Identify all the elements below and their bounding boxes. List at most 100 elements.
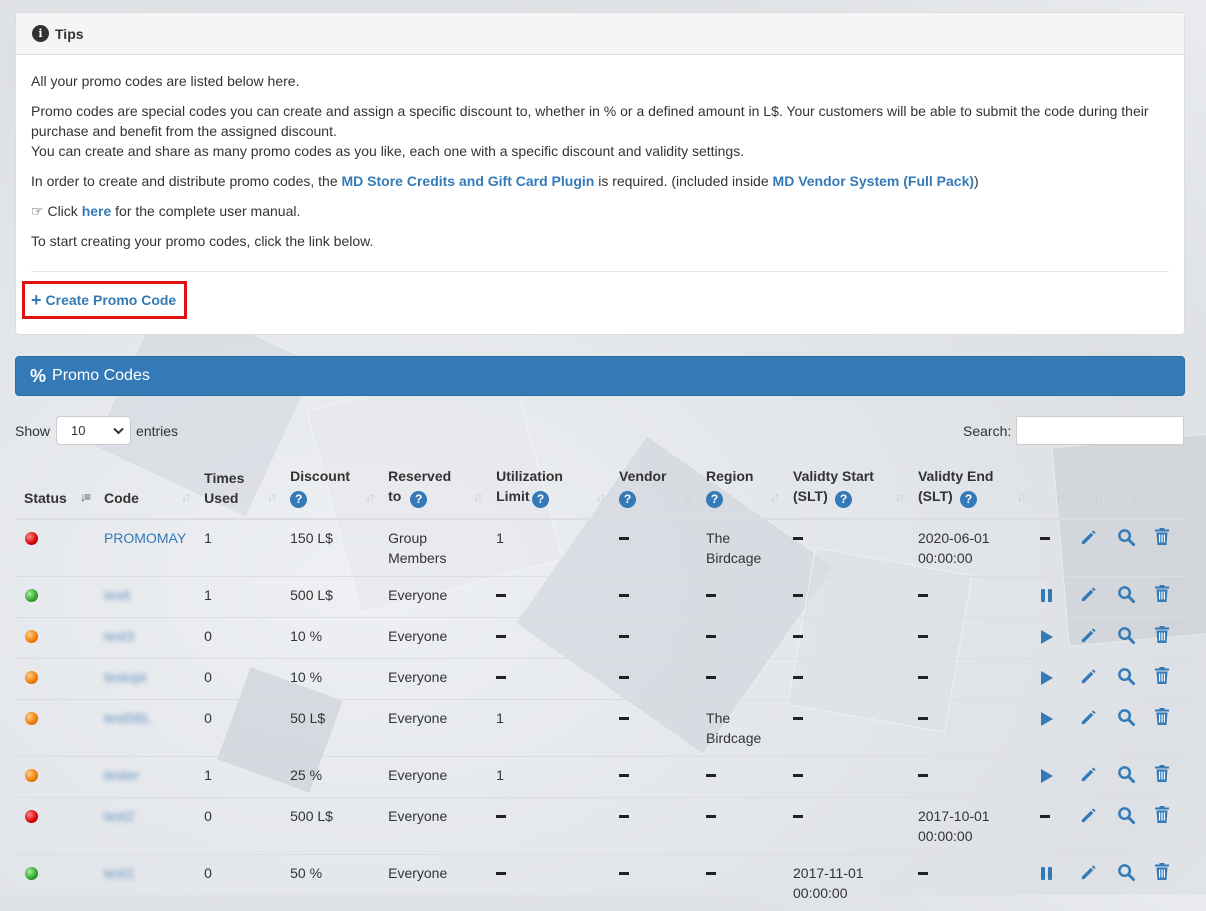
activate-button[interactable] (1030, 755, 1070, 797)
empty-value-dash (619, 635, 630, 639)
vendor-cell (610, 616, 698, 658)
reserved-to-cell: Everyone (379, 575, 488, 617)
code-cell[interactable]: test5BL (94, 698, 196, 756)
view-button[interactable] (1107, 575, 1146, 617)
delete-button[interactable] (1145, 853, 1185, 911)
edit-button[interactable] (1069, 616, 1108, 658)
status-cell (15, 755, 95, 797)
col-view[interactable]: ↓↑ (1107, 460, 1146, 520)
code-link[interactable]: tester (104, 767, 139, 783)
code-link[interactable]: testt (104, 587, 130, 603)
pause-button[interactable] (1030, 575, 1070, 617)
view-button[interactable] (1107, 853, 1146, 911)
tips-heading: i Tips (16, 13, 1184, 55)
edit-button[interactable] (1069, 518, 1108, 576)
search-input[interactable] (1016, 416, 1185, 445)
code-cell[interactable]: PROMOMAY (94, 518, 196, 576)
help-icon: ? (532, 490, 550, 508)
delete-button[interactable] (1145, 755, 1185, 797)
edit-button[interactable] (1069, 796, 1108, 854)
times-used-cell: 1 (195, 575, 282, 617)
delete-button[interactable] (1145, 657, 1185, 699)
activate-button[interactable] (1030, 698, 1070, 756)
help-icon: ? (835, 490, 852, 508)
sort-icon: ↓↑ (1093, 489, 1104, 504)
status-cell (15, 518, 95, 576)
pause-button[interactable] (1030, 853, 1070, 911)
view-button[interactable] (1107, 657, 1146, 699)
table-row: test5BL 0 50 L$ Everyone 1 The Birdcage (15, 698, 1185, 756)
code-cell[interactable]: testopt (94, 657, 196, 699)
edit-button[interactable] (1069, 755, 1108, 797)
edit-button[interactable] (1069, 575, 1108, 617)
col-region[interactable]: Region? ↓↑ (697, 460, 784, 520)
edit-button[interactable] (1069, 853, 1108, 911)
code-link[interactable]: PROMOMAY (104, 530, 186, 546)
pencil-icon (1079, 626, 1098, 645)
search-icon (1117, 585, 1136, 604)
status-orange-icon (25, 670, 38, 684)
code-cell[interactable]: test2 (94, 796, 196, 854)
code-link[interactable]: testopt (104, 669, 146, 685)
sort-icon: ↓↑ (267, 489, 277, 504)
edit-button[interactable] (1069, 657, 1108, 699)
pencil-icon (1079, 528, 1098, 547)
delete-button[interactable] (1145, 575, 1185, 617)
view-button[interactable] (1107, 755, 1146, 797)
code-link[interactable]: test3 (104, 628, 134, 644)
col-times-used[interactable]: Times Used ↓↑ (195, 460, 282, 520)
tips-title: Tips (55, 25, 84, 42)
promo-codes-table: Status ↓≡ Code ↓↑ Times Used ↓↑ Discount? ↓↑… (15, 460, 1185, 911)
activate-button[interactable] (1030, 616, 1070, 658)
empty-value-dash (496, 872, 507, 876)
code-cell[interactable]: tester (94, 755, 196, 797)
col-validity-end[interactable]: Validty End (SLT)? ↓↑ (908, 460, 1031, 520)
validity-start-cell: 2017-11-01 00:00:00 (784, 853, 909, 911)
col-edit[interactable]: ↓↑ (1069, 460, 1108, 520)
delete-button[interactable] (1145, 616, 1185, 658)
col-vendor[interactable]: Vendor? ↓↑ (610, 460, 698, 520)
col-toggle[interactable]: ↓↑ (1030, 460, 1070, 520)
col-discount[interactable]: Discount? ↓↑ (281, 460, 380, 520)
table-row: testopt 0 10 % Everyone (15, 657, 1185, 699)
validity-end-cell (908, 616, 1031, 658)
tips-line: ☞ Click here for the complete user manua… (31, 203, 301, 219)
help-icon: ? (959, 490, 977, 508)
view-button[interactable] (1107, 518, 1146, 576)
status-cell (15, 575, 95, 617)
page-size-select[interactable]: 10 (56, 416, 132, 445)
code-link[interactable]: test1 (104, 865, 134, 881)
plugin-link[interactable]: MD Store Credits and Gift Card Plugin (342, 173, 595, 189)
activate-button[interactable] (1030, 657, 1070, 699)
manual-link[interactable]: here (82, 203, 112, 219)
code-cell[interactable]: test1 (94, 853, 196, 911)
edit-button[interactable] (1069, 698, 1108, 756)
vendor-system-link[interactable]: MD Vendor System (Full Pack) (773, 173, 975, 189)
view-button[interactable] (1107, 796, 1146, 854)
status-cell (15, 853, 95, 911)
delete-button[interactable] (1145, 698, 1185, 756)
col-utilization-limit[interactable]: Utilization Limit? ↓↑ (487, 460, 611, 520)
delete-button[interactable] (1145, 796, 1185, 854)
col-status[interactable]: Status ↓≡ (15, 460, 95, 520)
times-used-cell: 1 (195, 755, 282, 797)
code-link[interactable]: test5BL (104, 710, 151, 726)
view-button[interactable] (1107, 616, 1146, 658)
code-cell[interactable]: test3 (94, 616, 196, 658)
create-promo-code-button[interactable]: + Create Promo Code (22, 281, 187, 319)
col-reserved-to[interactable]: Reserved to? ↓↑ (379, 460, 488, 520)
col-delete[interactable]: ↓↑ (1145, 460, 1185, 520)
region-cell (697, 853, 784, 911)
view-button[interactable] (1107, 698, 1146, 756)
col-code[interactable]: Code ↓↑ (94, 460, 196, 520)
code-link[interactable]: test2 (104, 808, 134, 824)
region-cell: The Birdcage (697, 518, 784, 576)
empty-value-dash (619, 872, 630, 876)
pause-icon (1040, 866, 1054, 881)
validity-start-cell (784, 616, 909, 658)
code-cell[interactable]: testt (94, 575, 196, 617)
delete-button[interactable] (1145, 518, 1185, 576)
limit-cell (487, 853, 611, 911)
status-cell (15, 616, 95, 658)
col-validity-start[interactable]: Validty Start (SLT)? ↓↑ (784, 460, 909, 520)
